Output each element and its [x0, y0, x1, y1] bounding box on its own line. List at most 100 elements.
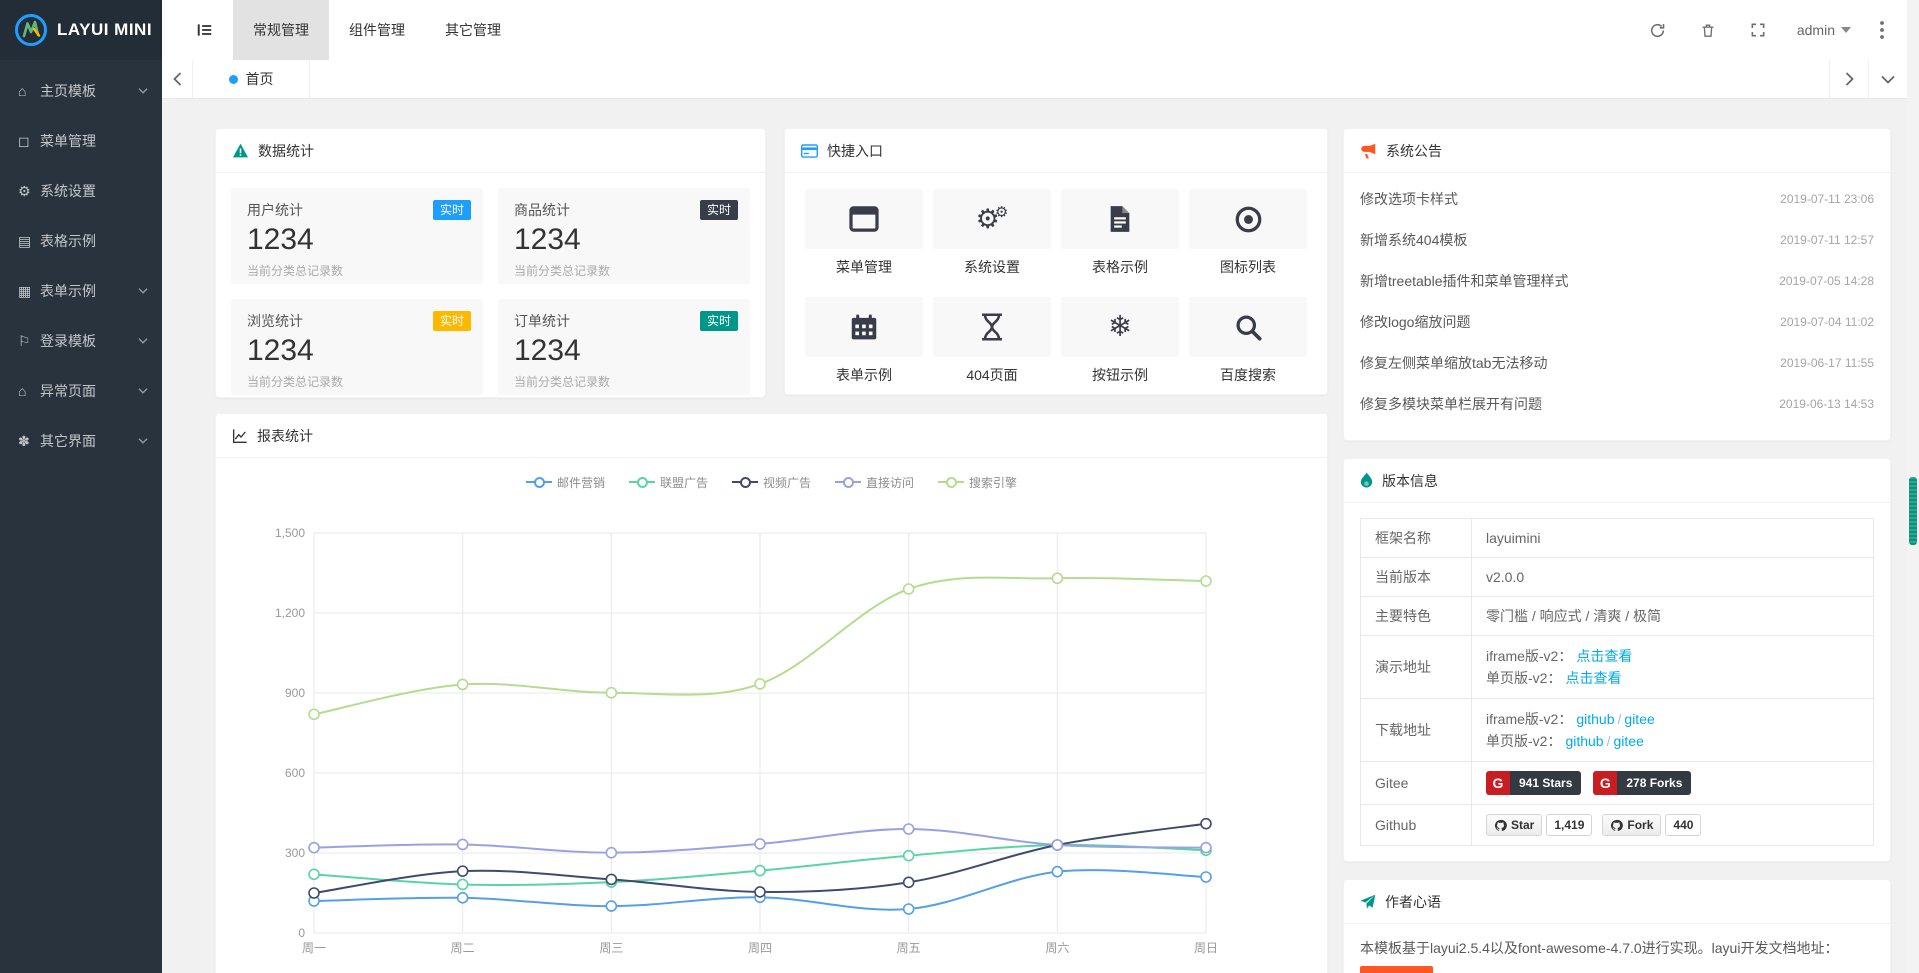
notice-item-2[interactable]: 新增系统404模板2019-07-11 12:57 — [1360, 219, 1874, 260]
legend-item-3[interactable]: 视频广告 — [732, 471, 811, 493]
github-badge-count[interactable]: 440 — [1665, 814, 1701, 836]
data-point[interactable] — [1201, 576, 1211, 586]
notice-item-4[interactable]: 修改logo缩放问题2019-07-04 11:02 — [1360, 301, 1874, 342]
sidebar-item-2[interactable]: ◻菜单管理 — [0, 116, 162, 166]
data-point[interactable] — [458, 879, 468, 889]
data-point[interactable] — [606, 688, 616, 698]
data-point[interactable] — [755, 679, 765, 689]
gitee-badge[interactable]: G941 Stars — [1486, 771, 1581, 795]
quick-entry-3[interactable]: 表格示例 — [1061, 189, 1179, 287]
data-point[interactable] — [1201, 843, 1211, 853]
line-chart: 03006009001,2001,500周一周二周三周四周五周六周日 — [216, 493, 1327, 964]
gitee-badge[interactable]: G278 Forks — [1593, 771, 1691, 795]
quick-entry-7[interactable]: ❄按钮示例 — [1061, 297, 1179, 395]
legend-label: 搜索引擎 — [969, 474, 1017, 491]
data-point[interactable] — [458, 866, 468, 876]
stat-card-4[interactable]: 订单统计1234当前分类总记录数实时 — [498, 299, 750, 395]
sidebar: LAYUI MINI ⌂主页模板◻菜单管理⚙系统设置▤表格示例▦表单示例⚐登录模… — [0, 0, 162, 973]
user-dropdown[interactable]: admin — [1783, 0, 1865, 60]
data-point[interactable] — [904, 877, 914, 887]
link-点击查看[interactable]: 点击查看 — [1565, 670, 1621, 686]
data-point[interactable] — [904, 824, 914, 834]
github-star-button[interactable]: Star — [1486, 814, 1542, 836]
data-point[interactable] — [1052, 573, 1062, 583]
legend-item-4[interactable]: 直接访问 — [835, 471, 914, 493]
legend-item-1[interactable]: 邮件营销 — [526, 471, 605, 493]
link-github[interactable]: github — [1565, 733, 1603, 749]
notice-text: 修改选项卡样式 — [1360, 189, 1770, 209]
sidebar-item-4[interactable]: ▤表格示例 — [0, 216, 162, 266]
line-chart-svg: 03006009001,2001,500周一周二周三周四周五周六周日 — [217, 493, 1302, 961]
link-gitee[interactable]: gitee — [1624, 711, 1654, 727]
quick-entry-5[interactable]: 表单示例 — [805, 297, 923, 395]
fullscreen-icon[interactable] — [1733, 0, 1783, 60]
quick-entry-1[interactable]: 菜单管理 — [805, 189, 923, 287]
data-point[interactable] — [309, 843, 319, 853]
notice-item-6[interactable]: 修复多模块菜单栏展开有问题2019-06-13 14:53 — [1360, 383, 1874, 424]
layui-doc-button[interactable]: layui文档 — [1360, 966, 1433, 973]
svg-text:周二: 周二 — [451, 941, 475, 955]
sidebar-item-1[interactable]: ⌂主页模板 — [0, 66, 162, 116]
data-point[interactable] — [606, 901, 616, 911]
quick-entry-2[interactable]: ⚙⚙系统设置 — [933, 189, 1051, 287]
link-gitee[interactable]: gitee — [1614, 733, 1644, 749]
data-point[interactable] — [1201, 872, 1211, 882]
legend-item-5[interactable]: 搜索引擎 — [938, 471, 1017, 493]
data-point[interactable] — [309, 888, 319, 898]
quick-entry-4[interactable]: 图标列表 — [1189, 189, 1307, 287]
data-point[interactable] — [458, 679, 468, 689]
home-icon: ⌂ — [18, 383, 40, 399]
more-vertical-icon[interactable] — [1865, 0, 1899, 60]
sidebar-item-7[interactable]: ⌂异常页面 — [0, 366, 162, 416]
sidebar-item-5[interactable]: ▦表单示例 — [0, 266, 162, 316]
chevron-down-icon — [138, 338, 148, 344]
data-point[interactable] — [755, 866, 765, 876]
github-fork-button[interactable]: Fork — [1602, 814, 1661, 836]
top-nav-item-3[interactable]: 其它管理 — [425, 0, 521, 60]
data-point[interactable] — [309, 869, 319, 879]
quick-entry-8[interactable]: 百度搜索 — [1189, 297, 1307, 395]
stat-desc: 当前分类总记录数 — [247, 262, 467, 279]
data-point[interactable] — [904, 584, 914, 594]
tab-home[interactable]: 首页 — [193, 60, 310, 98]
stat-card-1[interactable]: 用户统计1234当前分类总记录数实时 — [231, 188, 483, 284]
notice-item-5[interactable]: 修复左侧菜单缩放tab无法移动2019-06-17 11:55 — [1360, 342, 1874, 383]
data-point[interactable] — [309, 709, 319, 719]
sidebar-item-3[interactable]: ⚙系统设置 — [0, 166, 162, 216]
data-point[interactable] — [606, 874, 616, 884]
sidebar-item-8[interactable]: ✽其它界面 — [0, 416, 162, 466]
link-点击查看[interactable]: 点击查看 — [1576, 648, 1632, 664]
stat-card-2[interactable]: 商品统计1234当前分类总记录数实时 — [498, 188, 750, 284]
data-point[interactable] — [755, 887, 765, 897]
data-point[interactable] — [606, 848, 616, 858]
data-point[interactable] — [904, 904, 914, 914]
trash-icon[interactable] — [1683, 0, 1733, 60]
data-point[interactable] — [904, 851, 914, 861]
github-badge-count[interactable]: 1,419 — [1546, 814, 1592, 836]
legend-item-2[interactable]: 联盟广告 — [629, 471, 708, 493]
stat-card-3[interactable]: 浏览统计1234当前分类总记录数实时 — [231, 299, 483, 395]
data-point[interactable] — [1201, 819, 1211, 829]
notice-item-1[interactable]: 修改选项卡样式2019-07-11 23:06 — [1360, 178, 1874, 219]
tabs-menu-icon[interactable] — [1868, 60, 1907, 98]
app-logo[interactable]: LAYUI MINI — [0, 0, 162, 60]
page-scrollbar[interactable] — [1907, 0, 1919, 973]
scrollbar-thumb[interactable] — [1909, 477, 1917, 545]
top-nav-item-2[interactable]: 组件管理 — [329, 0, 425, 60]
sidebar-fold-icon[interactable] — [175, 0, 233, 60]
data-point[interactable] — [458, 893, 468, 903]
notice-item-3[interactable]: 新增treetable插件和菜单管理样式2019-07-05 14:28 — [1360, 260, 1874, 301]
sidebar-item-6[interactable]: ⚐登录模板 — [0, 316, 162, 366]
tabs-scroll-right-icon[interactable] — [1829, 60, 1868, 98]
data-point[interactable] — [755, 839, 765, 849]
calendar-icon: ▦ — [18, 283, 40, 300]
refresh-icon[interactable] — [1633, 0, 1683, 60]
quick-entry-6[interactable]: 404页面 — [933, 297, 1051, 395]
data-point[interactable] — [1052, 867, 1062, 877]
data-point[interactable] — [458, 839, 468, 849]
top-nav-item-1[interactable]: 常规管理 — [233, 0, 329, 60]
data-point[interactable] — [1052, 840, 1062, 850]
file-text-icon — [1061, 189, 1179, 249]
tabs-scroll-left-icon[interactable] — [162, 60, 193, 98]
link-github[interactable]: github — [1576, 711, 1614, 727]
